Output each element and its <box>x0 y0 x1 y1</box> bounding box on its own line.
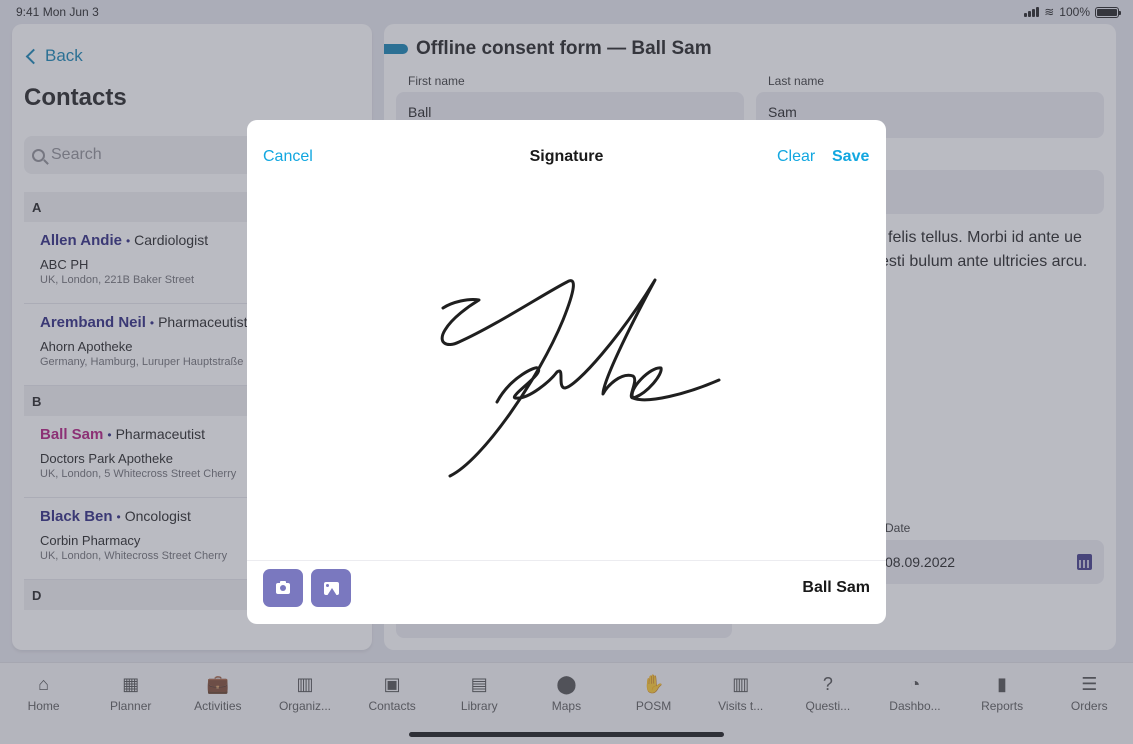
camera-button[interactable] <box>263 569 303 607</box>
signature-stroke <box>440 278 721 478</box>
save-button[interactable]: Save <box>832 148 869 166</box>
image-icon <box>323 581 339 595</box>
signature-canvas[interactable] <box>247 190 886 560</box>
clear-button[interactable]: Clear <box>777 148 815 166</box>
signer-name: Ball Sam <box>802 579 870 596</box>
modal-footer: Ball Sam <box>247 560 886 624</box>
cancel-button[interactable]: Cancel <box>263 148 313 166</box>
signature-modal: Signature Cancel Clear Save Ball Sam <box>247 120 886 624</box>
gallery-button[interactable] <box>311 569 351 607</box>
camera-icon <box>276 580 290 594</box>
